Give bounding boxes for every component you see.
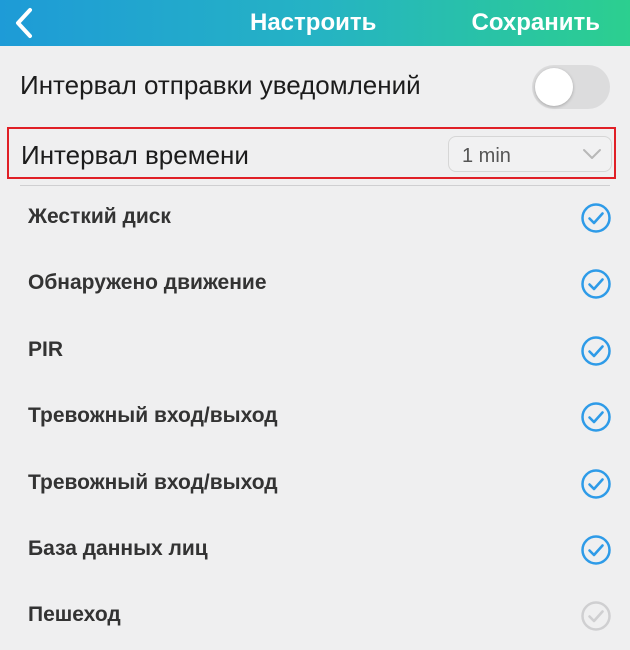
list-item[interactable]: Пешеход <box>0 584 630 650</box>
notification-interval-toggle[interactable] <box>532 65 610 109</box>
list-item[interactable]: PIR <box>0 319 630 385</box>
list-item-label: PIR <box>28 338 64 361</box>
page-title: Настроить <box>250 9 377 36</box>
check-circle-icon[interactable] <box>580 468 612 500</box>
notification-interval-row: Интервал отправки уведомлений <box>0 46 630 126</box>
chevron-down-icon <box>583 149 601 159</box>
toggle-knob <box>535 68 573 106</box>
back-button[interactable] <box>10 6 42 40</box>
check-circle-icon[interactable] <box>580 534 612 566</box>
list-item-label: Тревожный вход/выход <box>28 471 278 494</box>
check-circle-icon[interactable] <box>580 202 612 234</box>
check-circle-icon[interactable] <box>580 600 612 632</box>
list-item[interactable]: Жесткий диск <box>0 186 630 252</box>
list-item-label: Обнаружено движение <box>28 271 267 294</box>
list-item[interactable]: Обнаружено движение <box>0 252 630 318</box>
notification-interval-label: Интервал отправки уведомлений <box>20 70 421 100</box>
save-button[interactable]: Сохранить <box>471 9 600 37</box>
list-item-label: Тревожный вход/выход <box>28 404 278 427</box>
top-bar: Настроить Сохранить <box>0 0 630 46</box>
time-interval-label: Интервал времени <box>21 140 249 170</box>
time-interval-select[interactable]: 1 min <box>448 136 612 172</box>
list-item[interactable]: Тревожный вход/выход <box>0 385 630 451</box>
chevron-left-icon <box>16 8 32 38</box>
time-interval-value: 1 min <box>462 145 511 167</box>
list-item[interactable]: Тревожный вход/выход <box>0 452 630 518</box>
check-circle-icon[interactable] <box>580 335 612 367</box>
check-circle-icon[interactable] <box>580 268 612 300</box>
list-item-label: Пешеход <box>28 603 121 626</box>
check-circle-icon[interactable] <box>580 401 612 433</box>
list-item-label: Жесткий диск <box>28 205 171 228</box>
time-interval-row: Интервал времени 1 min <box>7 127 616 179</box>
list-item[interactable]: База данных лиц <box>0 518 630 584</box>
list-item-label: База данных лиц <box>28 537 208 560</box>
